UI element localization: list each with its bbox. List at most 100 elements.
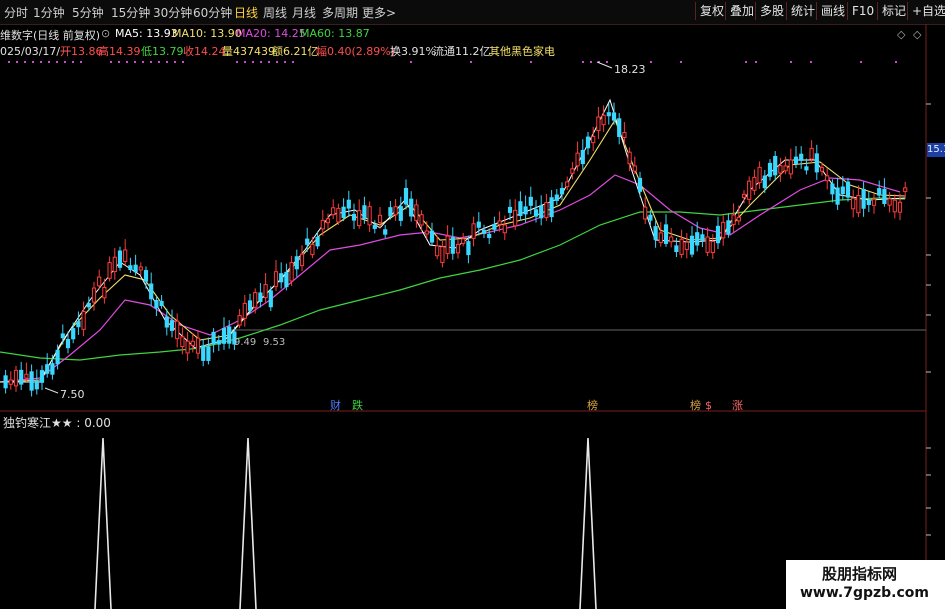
marker-rise[interactable]: 涨: [732, 399, 743, 412]
kline-chart[interactable]: 18.23 7.50 9.49 9.53 财 跌 榜 榜 $ 涨: [0, 0, 945, 609]
candle-body: [34, 380, 39, 390]
candle-body: [799, 153, 804, 161]
signal-dot: [134, 61, 136, 63]
low-label: 7.50: [60, 388, 85, 401]
candle-body: [471, 223, 476, 239]
candle-body: [284, 271, 289, 288]
candle-body: [887, 198, 892, 206]
marker-list-1[interactable]: 榜: [587, 398, 598, 412]
marker-list-2[interactable]: 榜: [690, 398, 701, 412]
candle-body: [242, 302, 247, 319]
candle-body: [419, 214, 424, 226]
signal-dot: [56, 61, 58, 63]
candle-body: [747, 180, 752, 200]
candle-body: [835, 187, 840, 205]
signal-dot: [40, 61, 42, 63]
candle-body: [310, 243, 315, 256]
signal-dot: [236, 61, 238, 63]
candle-body: [778, 165, 783, 174]
candle-body: [393, 206, 398, 216]
indicator-spikes: [94, 437, 597, 609]
candle-body: [596, 116, 601, 132]
candle-body: [76, 321, 81, 328]
candle-body: [528, 196, 533, 206]
candle-body: [726, 220, 731, 235]
signal-dot: [48, 61, 50, 63]
marker-fall[interactable]: 跌: [352, 398, 363, 412]
candle-body: [237, 315, 242, 326]
candle-body: [762, 175, 767, 189]
candle-body: [86, 302, 91, 308]
candle-body: [502, 224, 507, 234]
candle-body: [752, 176, 757, 191]
candle-body: [648, 214, 653, 221]
candle-body: [575, 152, 580, 167]
candle-body: [221, 327, 227, 344]
candle-body: [331, 207, 336, 216]
candle-body: [627, 151, 632, 165]
candle-body: [138, 266, 143, 271]
signal-dot: [680, 61, 682, 63]
candle-body: [700, 234, 705, 241]
candle-body: [549, 197, 554, 218]
candle-body: [112, 256, 117, 273]
candle-body: [315, 236, 320, 247]
candle-body: [320, 219, 325, 230]
marker-dollar[interactable]: $: [705, 399, 712, 412]
candle-body: [445, 235, 450, 255]
candle-body: [767, 162, 773, 177]
candle-body: [409, 198, 414, 217]
signal-dot: [790, 61, 792, 63]
candle-body: [8, 379, 13, 385]
signal-dot: [72, 61, 74, 63]
candle-body: [773, 155, 778, 176]
candle-body: [39, 370, 45, 383]
candle-body: [736, 216, 741, 222]
signal-dot: [16, 61, 18, 63]
high-label: 18.23: [614, 63, 646, 76]
candle-body: [294, 256, 299, 270]
candle-body: [24, 373, 29, 379]
high-arrow: [596, 61, 613, 69]
candle-body: [877, 188, 882, 196]
candle-body: [856, 194, 861, 214]
candle-body: [804, 166, 809, 171]
candle-body: [455, 243, 461, 254]
candle-body: [19, 369, 24, 385]
candle-body: [669, 236, 674, 243]
candle-body: [159, 300, 164, 307]
signal-dot: [8, 61, 10, 63]
candle-body: [362, 205, 367, 220]
candle-body: [29, 371, 34, 391]
indicator-value: : 0.00: [76, 416, 111, 430]
current-price-badge: 15.1: [927, 143, 945, 157]
candle-body: [341, 206, 346, 219]
marker-finance[interactable]: 财: [330, 398, 341, 412]
candle-body: [679, 238, 684, 255]
candle-body: [601, 114, 606, 126]
candle-body: [336, 207, 341, 223]
signal-dot: [745, 61, 747, 63]
signal-dot: [582, 61, 584, 63]
candle-body: [721, 221, 726, 239]
signal-dot: [590, 61, 592, 63]
candle-body: [13, 369, 19, 387]
candle-body: [117, 250, 123, 268]
signal-dot: [810, 61, 812, 63]
low-arrow: [44, 387, 59, 394]
signal-dot: [32, 61, 34, 63]
candles: [3, 102, 908, 397]
candle-body: [518, 201, 523, 217]
candle-body: [175, 320, 180, 340]
candle-body: [185, 340, 190, 354]
candle-body: [440, 246, 445, 264]
candle-body: [227, 326, 232, 344]
signal-dot: [150, 61, 152, 63]
candle-body: [55, 349, 60, 365]
signal-dot: [650, 61, 652, 63]
candle-body: [97, 276, 102, 287]
signal-dot: [895, 61, 897, 63]
signal-dot: [860, 61, 862, 63]
candle-body: [554, 194, 559, 201]
candle-body: [830, 183, 835, 195]
